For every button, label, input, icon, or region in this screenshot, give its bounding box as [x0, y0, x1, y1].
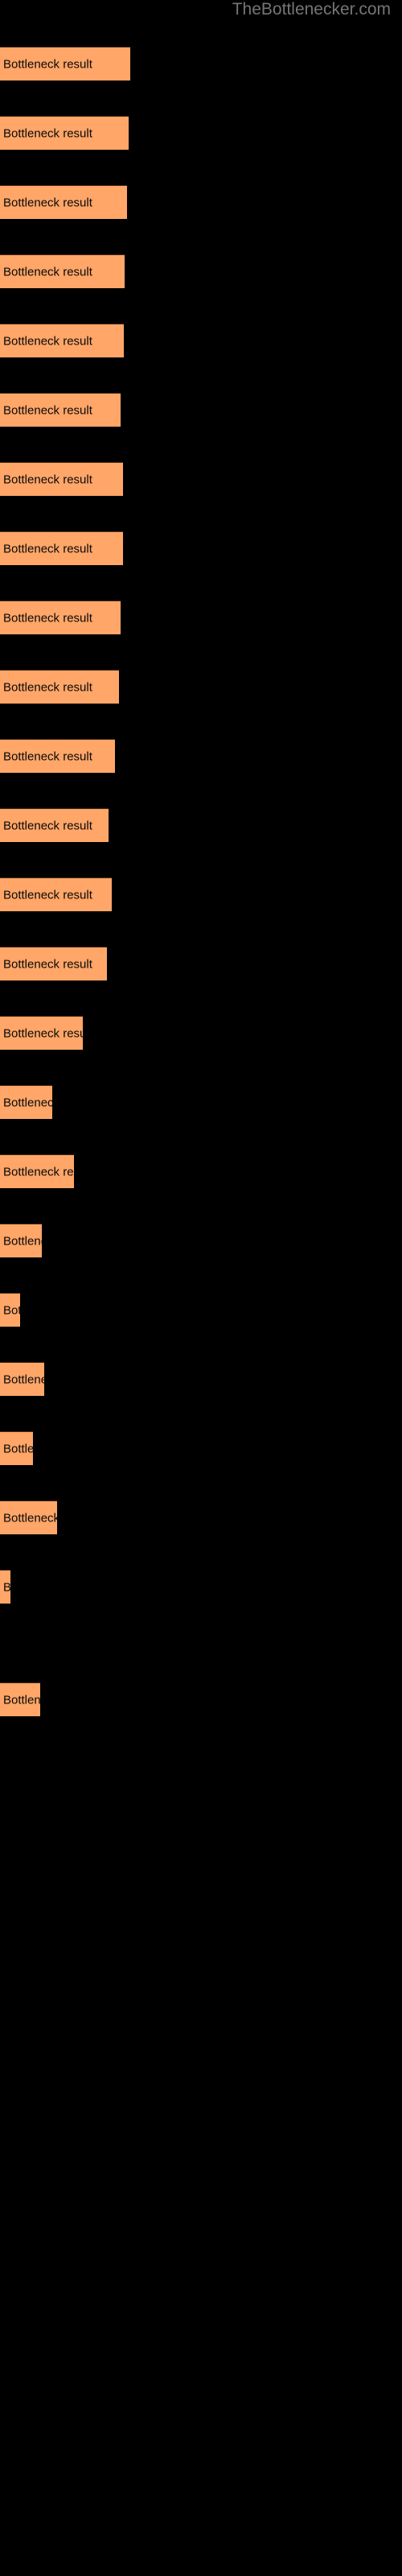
bottleneck-bar-chart: Bottleneck result Bottleneck result Bottle… [0, 0, 402, 2576]
chart-bar-row: Bottleneck result [0, 1016, 402, 1051]
chart-bar-row: Bottleneck result [0, 47, 402, 81]
chart-bar-row: Bottleneck result [0, 1224, 402, 1258]
chart-bar[interactable]: Bottleneck result [0, 1570, 10, 1604]
chart-bar[interactable]: Bottleneck result [0, 1016, 83, 1050]
chart-bar-label: Bottleneck result [3, 680, 92, 694]
chart-bar[interactable]: Bottleneck result [0, 1431, 33, 1465]
chart-bar-row: Bottleneck result [0, 1570, 402, 1604]
chart-bar[interactable]: Bottleneck result [0, 877, 112, 911]
chart-bar-label: Bottleneck result [3, 957, 92, 971]
chart-bar-label: Bottleneck result [3, 1511, 57, 1525]
chart-bar-label: Bottleneck result [3, 611, 92, 625]
chart-bar-label: Bottleneck result [3, 1234, 42, 1248]
chart-bar-label: Bottleneck result [3, 57, 92, 71]
chart-bar-row: Bottleneck result [0, 324, 402, 358]
chart-bar-label: Bottleneck result [3, 1373, 44, 1386]
chart-bar-label: Bottleneck result [3, 819, 92, 832]
chart-bar-row: Bottleneck result [0, 1154, 402, 1189]
chart-bar-row: Bottleneck result [0, 1293, 402, 1327]
chart-bar[interactable]: Bottleneck result [0, 47, 130, 80]
chart-bar-label: Bottleneck result [3, 749, 92, 763]
chart-bar-row: Bottleneck result [0, 254, 402, 289]
chart-bar[interactable]: Bottleneck result [0, 254, 125, 288]
chart-bar-label: Bottleneck result [3, 403, 92, 417]
chart-bar[interactable]: Bottleneck result [0, 185, 127, 219]
chart-bar[interactable]: Bottleneck result [0, 1085, 52, 1119]
chart-bar-row: Bottleneck result [0, 601, 402, 635]
chart-bar-row: Bottleneck result [0, 1431, 402, 1466]
chart-bar-row: Bottleneck result [0, 808, 402, 843]
chart-bar[interactable]: Bottleneck result [0, 462, 123, 496]
chart-bar[interactable]: Bottleneck result [0, 1224, 42, 1257]
chart-bar-label: Bottleneck result [3, 1026, 83, 1040]
chart-bar[interactable]: Bottleneck result [0, 1293, 20, 1327]
chart-bar[interactable]: Bottleneck result [0, 808, 109, 842]
chart-bar[interactable]: Bottleneck result [0, 1501, 57, 1534]
chart-bar-label: Bottleneck result [3, 265, 92, 279]
chart-bar-row: Bottleneck result [0, 393, 402, 427]
chart-bar[interactable]: Bottleneck result [0, 1154, 74, 1188]
chart-bar[interactable]: Bottleneck result [0, 324, 124, 357]
chart-bar-label: Bottleneck result [3, 888, 92, 902]
chart-bar-row: Bottleneck result [0, 1501, 402, 1535]
chart-bar-label: Bottleneck result [3, 542, 92, 555]
chart-bar-label: Bottleneck result [3, 196, 92, 209]
chart-bar-label: Bottleneck result [3, 1303, 20, 1317]
chart-bar-row: Bottleneck result [0, 1682, 402, 1717]
chart-bar[interactable]: Bottleneck result [0, 947, 107, 980]
chart-bar-label: Bottleneck result [3, 1580, 10, 1594]
chart-bar-row: Bottleneck result [0, 877, 402, 912]
chart-bar-row: Bottleneck result [0, 185, 402, 220]
chart-bar[interactable]: Bottleneck result [0, 670, 119, 704]
chart-bar-row: Bottleneck result [0, 1362, 402, 1397]
chart-bar-label: Bottleneck result [3, 1096, 52, 1109]
chart-bar[interactable]: Bottleneck result [0, 1682, 40, 1716]
chart-bar[interactable]: Bottleneck result [0, 116, 129, 150]
chart-bar-label: Bottleneck result [3, 1442, 33, 1455]
chart-bar[interactable]: Bottleneck result [0, 739, 115, 773]
chart-bar[interactable]: Bottleneck result [0, 601, 121, 634]
chart-bar-row: Bottleneck result [0, 531, 402, 566]
chart-bar[interactable]: Bottleneck result [0, 1362, 44, 1396]
chart-bar[interactable]: Bottleneck result [0, 531, 123, 565]
chart-bar-label: Bottleneck result [3, 1165, 74, 1179]
chart-bar-row: Bottleneck result [0, 739, 402, 774]
chart-bar-label: Bottleneck result [3, 334, 92, 348]
chart-bar-row: Bottleneck result [0, 1085, 402, 1120]
chart-bar-label: Bottleneck result [3, 473, 92, 486]
chart-bar-row: Bottleneck result [0, 116, 402, 151]
chart-bar-row: Bottleneck result [0, 462, 402, 497]
chart-bar[interactable]: Bottleneck result [0, 393, 121, 427]
chart-bar-label: Bottleneck result [3, 126, 92, 140]
chart-bar-row: Bottleneck result [0, 670, 402, 704]
chart-bar-label: Bottleneck result [3, 1693, 40, 1707]
chart-bar-row: Bottleneck result [0, 947, 402, 981]
